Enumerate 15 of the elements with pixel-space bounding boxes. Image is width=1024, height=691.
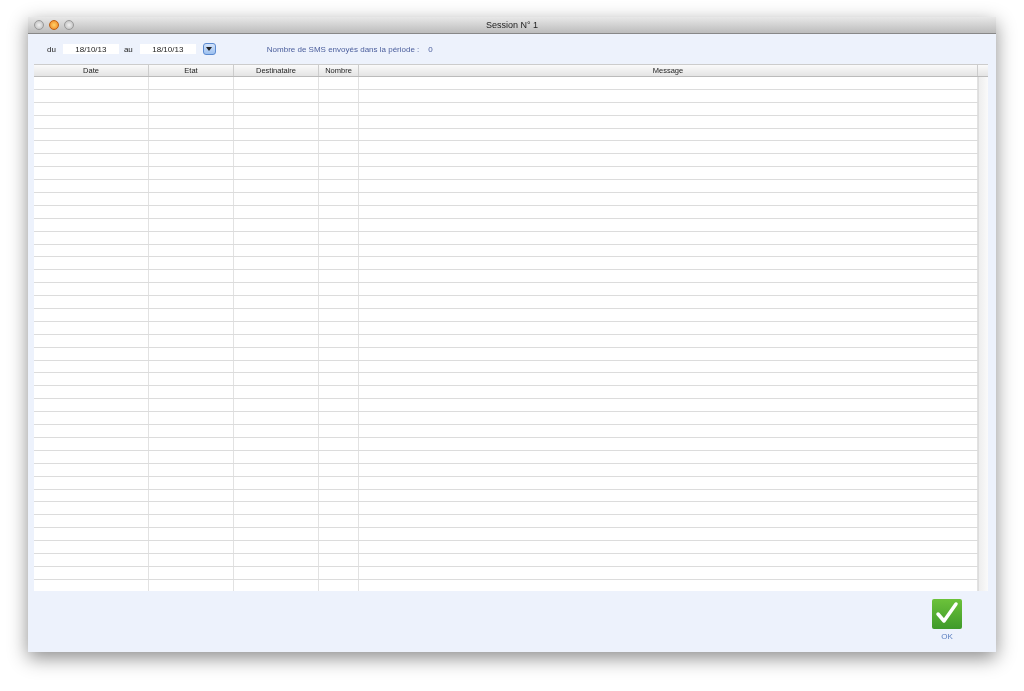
minimize-button[interactable] xyxy=(49,20,59,30)
to-label: au xyxy=(123,44,133,54)
to-date-field[interactable]: 18/10/13 xyxy=(139,44,196,54)
ok-button[interactable]: OK xyxy=(932,599,962,641)
close-button[interactable] xyxy=(34,20,44,30)
caret-icon xyxy=(206,47,213,51)
from-label: du xyxy=(47,44,56,54)
scrollbar-track[interactable] xyxy=(978,77,988,591)
checkmark-icon xyxy=(932,599,962,629)
sms-count-label: Nombre de SMS envoyés dans la période : xyxy=(266,44,420,54)
dropdown-button[interactable] xyxy=(202,43,216,55)
zoom-button[interactable] xyxy=(64,20,74,30)
sms-count-value: 0 xyxy=(428,44,433,54)
from-date-field[interactable]: 18/10/13 xyxy=(62,44,119,54)
window-title: Session N° 1 xyxy=(485,20,539,30)
